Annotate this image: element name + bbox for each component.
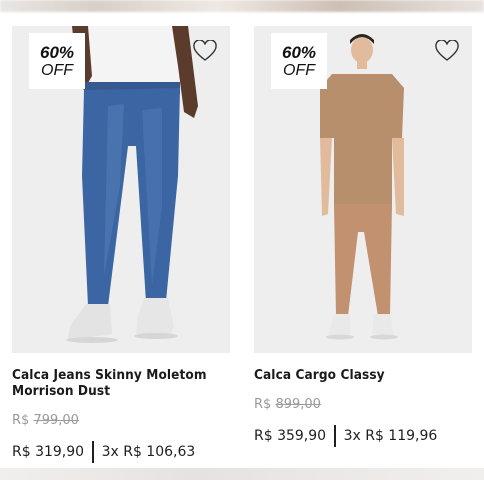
product-image[interactable]: 60% OFF [12, 26, 230, 353]
price-divider [92, 441, 94, 463]
price-row: R$ 359,90 3x R$ 119,96 [254, 425, 472, 447]
heart-outline-icon[interactable] [434, 39, 460, 63]
old-price: R$ 799,00 [12, 413, 230, 429]
old-price: R$ 899,00 [254, 397, 472, 413]
previous-row-edge [0, 0, 484, 12]
product-image[interactable]: 60% OFF [254, 26, 472, 353]
discount-badge: 60% OFF [271, 33, 327, 89]
discount-off-label: OFF [41, 61, 73, 79]
installments: 3x R$ 119,96 [343, 428, 438, 444]
heart-outline-icon[interactable] [192, 39, 218, 63]
old-price-currency: R$ [254, 397, 272, 412]
product-card[interactable]: 60% OFF Calca Cargo Classy R$ 899,00 R$ … [254, 26, 472, 447]
old-price-value: 899,00 [275, 397, 321, 412]
next-row-edge [0, 468, 484, 480]
price-row: R$ 319,90 3x R$ 106,63 [12, 441, 230, 463]
product-name[interactable]: Calca Jeans Skinny Moletom Morrison Dust [12, 367, 230, 399]
discount-badge: 60% OFF [29, 33, 85, 89]
current-price: R$ 359,90 [254, 428, 327, 444]
product-name[interactable]: Calca Cargo Classy [254, 367, 472, 383]
current-price: R$ 319,90 [12, 444, 85, 460]
discount-percent: 60% [39, 42, 75, 62]
discount-off-label: OFF [283, 61, 315, 79]
old-price-currency: R$ [12, 413, 30, 428]
installments: 3x R$ 106,63 [101, 444, 196, 460]
old-price-value: 799,00 [33, 413, 79, 428]
price-divider [334, 425, 336, 447]
discount-percent: 60% [281, 42, 317, 62]
product-card[interactable]: 60% OFF Calca Jeans Skinny Moletom Morri… [12, 26, 230, 463]
